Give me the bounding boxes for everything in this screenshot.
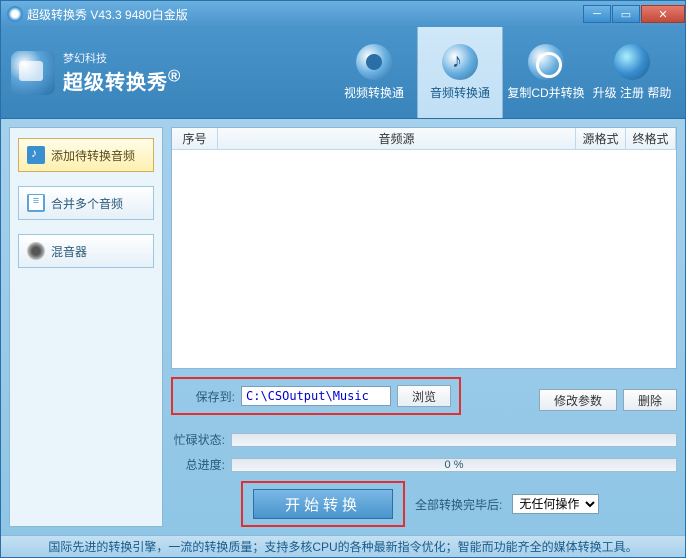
brand-small: 梦幻科技 — [63, 50, 181, 66]
start-highlight: 开始转换 — [241, 481, 405, 527]
after-action-select[interactable]: 无任何操作 — [512, 494, 599, 514]
tab-upgrade[interactable]: 升级 注册 帮助 — [589, 27, 675, 118]
tab-audio-label: 音频转换通 — [430, 84, 490, 101]
statusbar: 国际先进的转换引擎，一流的转换质量；支持多核CPU的各种最新指令优化；智能而功能… — [1, 535, 685, 557]
globe-icon — [614, 44, 650, 80]
window-buttons: ─ ▭ ✕ — [582, 5, 685, 23]
app-icon — [7, 6, 23, 22]
file-table: 序号 音频源 源格式 终格式 — [171, 127, 677, 369]
main-tabs: 视频转换通 音频转换通 复制CD并转换 升级 注册 帮助 — [331, 27, 675, 118]
table-header: 序号 音频源 源格式 终格式 — [172, 128, 676, 150]
audio-icon — [442, 44, 478, 80]
brand-big: 超级转换秀® — [63, 66, 181, 95]
close-button[interactable]: ✕ — [641, 5, 685, 23]
busy-progress — [231, 433, 677, 447]
tab-audio[interactable]: 音频转换通 — [417, 27, 503, 118]
speaker-icon — [27, 242, 45, 260]
music-note-icon — [27, 146, 45, 164]
app-window: 超级转换秀 V43.3 9480白金版 ─ ▭ ✕ 梦幻科技 超级转换秀® 视频… — [0, 0, 686, 558]
logo-area: 梦幻科技 超级转换秀® — [11, 50, 201, 95]
merge-icon — [27, 194, 45, 212]
start-convert-button[interactable]: 开始转换 — [253, 489, 393, 519]
tab-upgrade-label: 升级 注册 帮助 — [593, 84, 672, 101]
save-row: 保存到: 浏览 修改参数 删除 — [171, 377, 677, 423]
maximize-button[interactable]: ▭ — [612, 5, 640, 23]
total-progress: 0 % — [231, 458, 677, 472]
save-path-group: 保存到: 浏览 — [171, 377, 461, 415]
window-title: 超级转换秀 V43.3 9480白金版 — [27, 6, 582, 23]
total-label: 总进度: — [171, 456, 225, 473]
merge-audio-label: 合并多个音频 — [51, 195, 123, 212]
total-row: 总进度: 0 % — [171, 456, 677, 473]
logo-text: 梦幻科技 超级转换秀® — [63, 50, 181, 95]
mixer-button[interactable]: 混音器 — [18, 234, 154, 268]
save-path-input[interactable] — [241, 386, 391, 406]
minimize-button[interactable]: ─ — [583, 5, 611, 23]
delete-button[interactable]: 删除 — [623, 389, 677, 411]
controls: 保存到: 浏览 修改参数 删除 忙碌状态: 总进度: 0 % — [171, 369, 677, 527]
logo-icon — [11, 51, 55, 95]
browse-button[interactable]: 浏览 — [397, 385, 451, 407]
merge-audio-button[interactable]: 合并多个音频 — [18, 186, 154, 220]
header: 梦幻科技 超级转换秀® 视频转换通 音频转换通 复制CD并转换 升级 注册 帮助 — [1, 27, 685, 119]
saveto-label: 保存到: — [181, 388, 235, 405]
col-dstfmt[interactable]: 终格式 — [626, 128, 676, 149]
col-index[interactable]: 序号 — [172, 128, 218, 149]
add-audio-label: 添加待转换音频 — [51, 147, 135, 164]
col-source[interactable]: 音频源 — [218, 128, 576, 149]
mixer-label: 混音器 — [51, 243, 87, 260]
busy-row: 忙碌状态: — [171, 431, 677, 448]
cd-icon — [528, 44, 564, 80]
col-srcfmt[interactable]: 源格式 — [576, 128, 626, 149]
tab-cd[interactable]: 复制CD并转换 — [503, 27, 589, 118]
main-panel: 序号 音频源 源格式 终格式 保存到: 浏览 修改参数 删除 — [171, 127, 677, 527]
video-icon — [356, 44, 392, 80]
modify-params-button[interactable]: 修改参数 — [539, 389, 617, 411]
tab-video-label: 视频转换通 — [344, 84, 404, 101]
tab-video[interactable]: 视频转换通 — [331, 27, 417, 118]
sidebar: 添加待转换音频 合并多个音频 混音器 — [9, 127, 163, 527]
add-audio-button[interactable]: 添加待转换音频 — [18, 138, 154, 172]
body-area: 添加待转换音频 合并多个音频 混音器 序号 音频源 源格式 终格式 — [1, 119, 685, 535]
busy-label: 忙碌状态: — [171, 431, 225, 448]
after-label: 全部转换完毕后: — [415, 496, 502, 513]
tab-cd-label: 复制CD并转换 — [507, 84, 584, 101]
start-row: 开始转换 全部转换完毕后: 无任何操作 — [171, 481, 677, 527]
titlebar: 超级转换秀 V43.3 9480白金版 ─ ▭ ✕ — [1, 1, 685, 27]
